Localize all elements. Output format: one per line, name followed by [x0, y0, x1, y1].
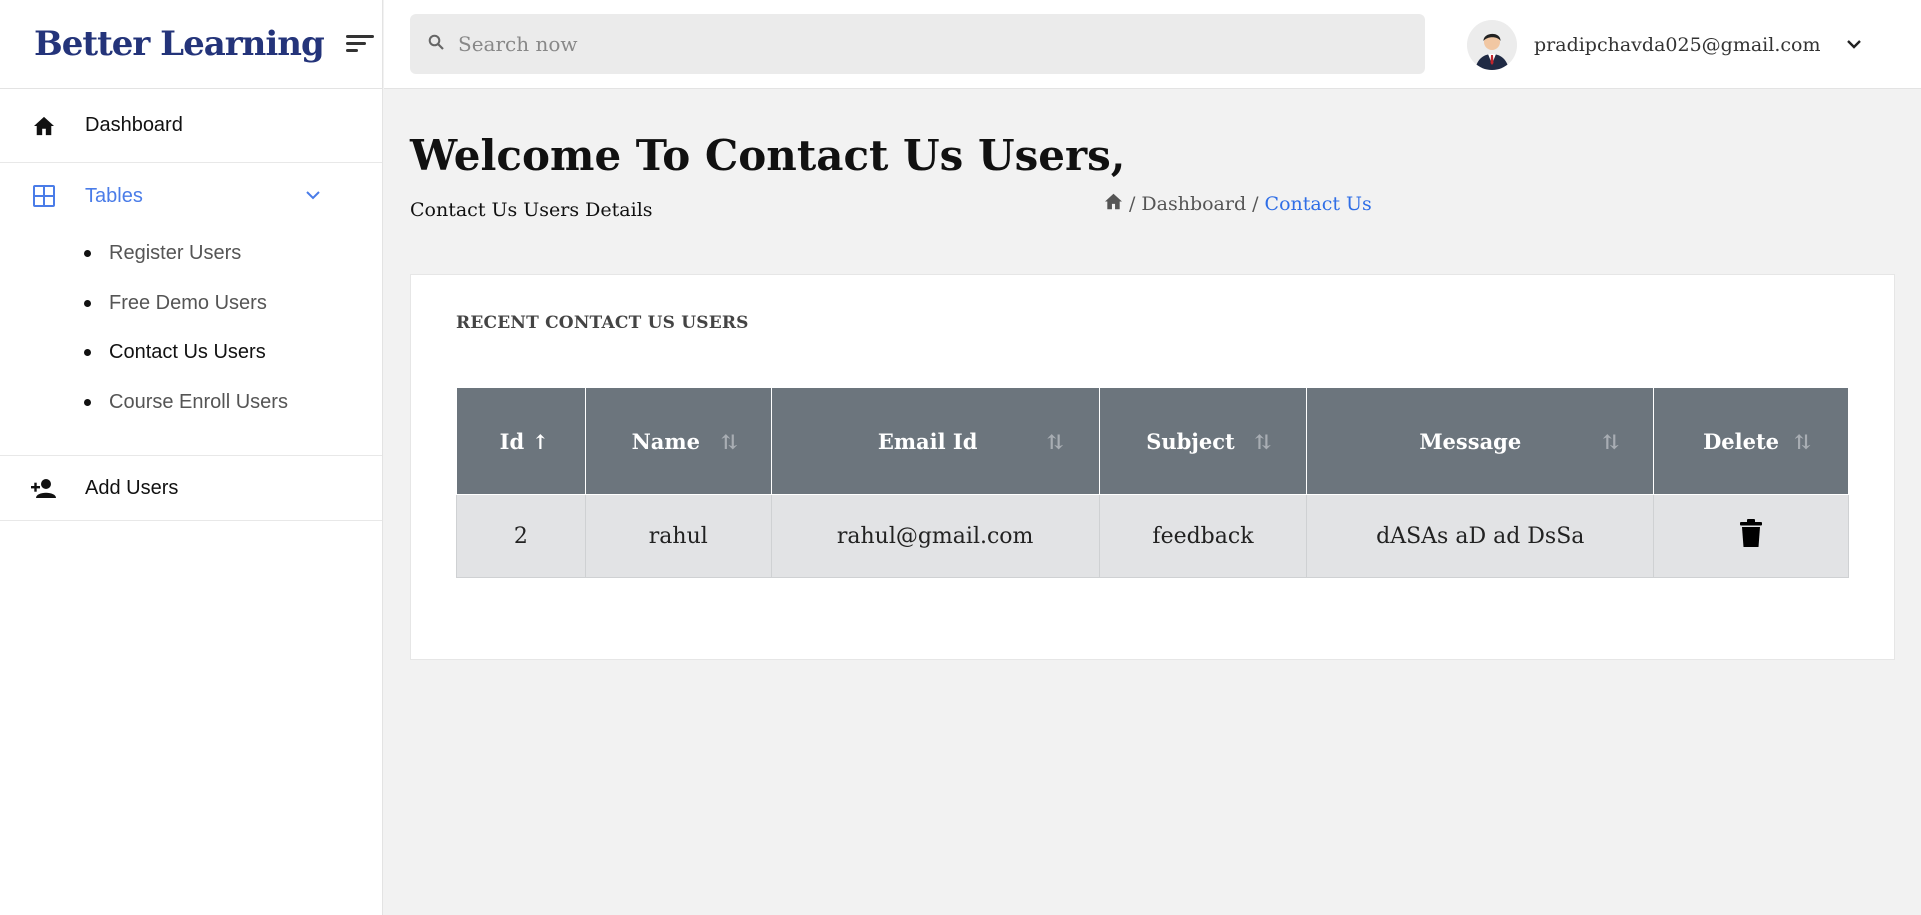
- add-user-icon: [31, 475, 57, 501]
- cell-email: rahul@gmail.com: [770, 494, 1100, 578]
- header-label: Subject: [1146, 428, 1235, 454]
- sidebar-item-label: Dashboard: [85, 114, 183, 136]
- sidebar-item-tables[interactable]: Tables: [0, 163, 382, 229]
- avatar: [1467, 20, 1517, 70]
- column-header-message[interactable]: Message ⇅: [1306, 387, 1655, 495]
- chevron-down-icon[interactable]: [306, 187, 320, 205]
- search-input[interactable]: [458, 32, 1358, 56]
- trash-icon[interactable]: [1740, 519, 1763, 553]
- search-icon: [428, 34, 444, 55]
- bullet: [84, 250, 91, 258]
- brand-logo[interactable]: Better Learning: [34, 24, 325, 64]
- tables-submenu: Register Users Free Demo Users Contact U…: [0, 229, 382, 456]
- submenu-item-free-demo-users[interactable]: Free Demo Users: [84, 279, 382, 329]
- header-label: Id: [499, 428, 525, 454]
- column-header-id[interactable]: Id ↑: [456, 387, 586, 495]
- sidebar: Better Learning Dashboard Tables Registe…: [0, 0, 383, 915]
- cell-subject: feedback: [1098, 494, 1308, 578]
- home-icon[interactable]: [1104, 193, 1123, 215]
- breadcrumb-current: Contact Us: [1264, 193, 1372, 215]
- sidebar-item-dashboard[interactable]: Dashboard: [0, 89, 382, 163]
- card-title: RECENT CONTACT US USERS: [456, 313, 749, 333]
- submenu-item-register-users[interactable]: Register Users: [84, 229, 382, 279]
- cell-name: rahul: [584, 494, 772, 578]
- page-title: Welcome To Contact Us Users,: [410, 131, 1126, 180]
- submenu-item-course-enroll-users[interactable]: Course Enroll Users: [84, 378, 382, 428]
- search-bar: [410, 14, 1425, 74]
- column-header-delete[interactable]: Delete ⇅: [1653, 387, 1849, 495]
- header-label: Email Id: [877, 428, 978, 454]
- sort-icon: ⇅: [1794, 430, 1811, 454]
- menu-toggle-icon[interactable]: [345, 33, 374, 55]
- sort-icon: ⇅: [1254, 430, 1272, 454]
- cell-message: dASAs aD ad DsSa: [1306, 494, 1655, 578]
- submenu-item-contact-us-users[interactable]: Contact Us Users: [84, 328, 382, 378]
- user-email: pradipchavda025@gmail.com: [1534, 34, 1821, 56]
- page-subtitle: Contact Us Users Details: [410, 199, 653, 221]
- bullet: [84, 398, 91, 406]
- bullet: [84, 349, 91, 357]
- breadcrumb-dashboard[interactable]: Dashboard: [1141, 193, 1246, 215]
- table-row: 2 rahul rahul@gmail.com feedback dASAs a…: [456, 494, 1849, 578]
- grid-icon: [31, 183, 57, 209]
- sort-icon: ⇅: [1602, 430, 1620, 454]
- sidebar-item-add-users[interactable]: Add Users: [0, 456, 382, 521]
- topbar: pradipchavda025@gmail.com: [384, 0, 1921, 89]
- sort-icon: ⇅: [1046, 430, 1064, 454]
- cell-delete: [1653, 494, 1849, 578]
- home-icon: [31, 113, 57, 139]
- submenu-label: Register Users: [109, 242, 242, 265]
- header-label: Delete: [1703, 428, 1780, 454]
- header-label: Name: [631, 428, 700, 454]
- sidebar-item-label: Tables: [85, 184, 143, 207]
- column-header-email[interactable]: Email Id ⇅: [770, 387, 1100, 495]
- column-header-name[interactable]: Name ⇅: [584, 387, 772, 495]
- brand-bar: Better Learning: [0, 0, 382, 89]
- submenu-label: Free Demo Users: [109, 291, 267, 314]
- breadcrumb-separator: /: [1129, 193, 1136, 215]
- sort-asc-icon: ↑: [532, 430, 549, 454]
- header-label: Message: [1419, 428, 1522, 454]
- submenu-label: Contact Us Users: [109, 341, 266, 364]
- cell-id: 2: [456, 494, 586, 578]
- contact-users-table: Id ↑ Name ⇅ Email Id ⇅ Subject ⇅ Message: [456, 387, 1849, 578]
- breadcrumb: / Dashboard / Contact Us: [1104, 193, 1372, 215]
- breadcrumb-separator: /: [1252, 193, 1259, 215]
- column-header-subject[interactable]: Subject ⇅: [1098, 387, 1308, 495]
- submenu-label: Course Enroll Users: [109, 390, 288, 413]
- sort-icon: ⇅: [720, 430, 738, 454]
- contact-users-card: RECENT CONTACT US USERS Id ↑ Name ⇅ Emai…: [410, 274, 1895, 660]
- sidebar-item-label: Add Users: [85, 476, 179, 499]
- bullet: [84, 299, 91, 307]
- user-menu[interactable]: pradipchavda025@gmail.com: [1467, 20, 1862, 70]
- chevron-down-icon[interactable]: [1846, 36, 1862, 54]
